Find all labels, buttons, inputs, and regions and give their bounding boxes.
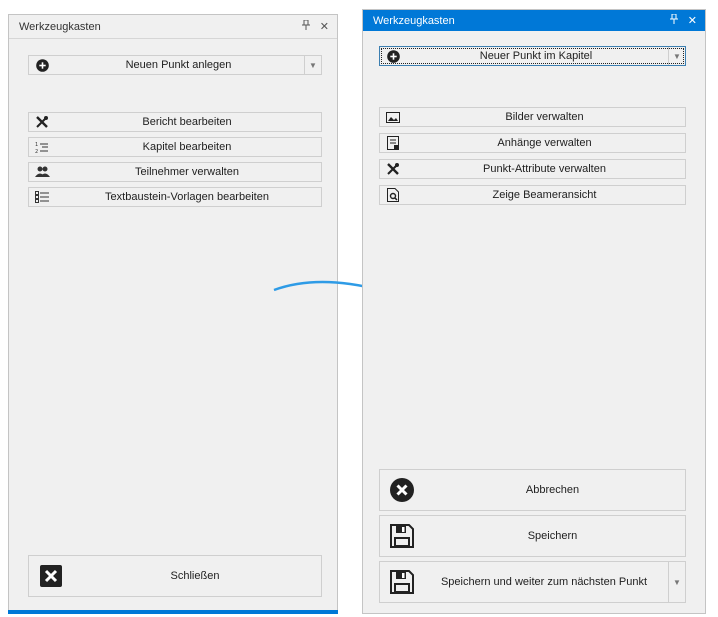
edit-chapters-label: Kapitel bearbeiten <box>142 141 232 153</box>
manage-point-attributes-button[interactable]: Punkt-Attribute verwalten <box>379 159 686 179</box>
cancel-circle-icon <box>384 478 420 502</box>
left-panel-bottom-bar <box>8 610 338 614</box>
manage-participants-label: Teilnehmer verwalten <box>135 166 239 178</box>
new-point-in-chapter-button[interactable]: Neuer Punkt im Kapitel ▼ <box>379 46 686 66</box>
manage-point-attributes-label: Punkt-Attribute verwalten <box>483 163 606 175</box>
preview-icon <box>382 188 404 202</box>
manage-images-button[interactable]: Bilder verwalten <box>379 107 686 127</box>
chevron-down-icon[interactable]: ▼ <box>668 47 685 65</box>
list-details-icon <box>31 191 53 203</box>
edit-chapters-button[interactable]: 12 Kapitel bearbeiten <box>28 137 322 157</box>
left-panel-title: Werkzeugkasten <box>19 20 101 33</box>
manage-attachments-button[interactable]: Anhänge verwalten <box>379 133 686 153</box>
new-point-in-chapter-label: Neuer Punkt im Kapitel <box>479 50 593 62</box>
save-and-next-label: Speichern und weiter zum nächsten Punkt <box>440 576 648 588</box>
chevron-down-icon[interactable]: ▼ <box>304 56 321 74</box>
users-icon <box>31 166 53 178</box>
left-panel-titlebar: Werkzeugkasten ✕ <box>9 15 337 39</box>
right-panel-title: Werkzeugkasten <box>373 14 455 27</box>
list-numbered-icon: 12 <box>31 141 53 154</box>
plus-circle-icon <box>31 58 53 72</box>
close-icon[interactable]: ✕ <box>688 14 697 27</box>
edit-text-templates-label: Textbaustein-Vorlagen bearbeiten <box>105 191 269 203</box>
close-icon[interactable]: ✕ <box>320 20 329 33</box>
svg-text:2: 2 <box>35 149 38 154</box>
edit-report-label: Bericht bearbeiten <box>142 116 232 128</box>
cancel-label: Abbrechen <box>525 484 580 496</box>
chevron-down-icon[interactable]: ▼ <box>668 562 685 602</box>
edit-report-button[interactable]: Bericht bearbeiten <box>28 112 322 132</box>
close-panel-button[interactable]: Schließen <box>28 555 322 597</box>
edit-text-templates-button[interactable]: Textbaustein-Vorlagen bearbeiten <box>28 187 322 207</box>
right-panel-titlebar: Werkzeugkasten ✕ <box>363 10 705 31</box>
tools-icon <box>31 115 53 129</box>
pin-icon[interactable] <box>301 19 310 33</box>
cancel-button[interactable]: Abbrechen <box>379 469 686 511</box>
save-icon <box>384 570 420 594</box>
manage-participants-button[interactable]: Teilnehmer verwalten <box>28 162 322 182</box>
pin-icon[interactable] <box>669 13 678 27</box>
close-box-icon <box>33 565 69 587</box>
new-point-label: Neuen Punkt anlegen <box>125 59 232 71</box>
image-icon <box>382 111 404 123</box>
show-beamer-view-label: Zeige Beameransicht <box>492 189 597 201</box>
show-beamer-view-button[interactable]: Zeige Beameransicht <box>379 185 686 205</box>
manage-images-label: Bilder verwalten <box>505 111 584 123</box>
save-button[interactable]: Speichern <box>379 515 686 557</box>
svg-text:1: 1 <box>35 142 38 148</box>
new-point-button[interactable]: Neuen Punkt anlegen ▼ <box>28 55 322 75</box>
attachment-icon <box>382 136 404 150</box>
save-icon <box>384 524 420 548</box>
tools-icon <box>382 162 404 176</box>
save-and-next-button[interactable]: Speichern und weiter zum nächsten Punkt … <box>379 561 686 603</box>
save-label: Speichern <box>527 530 578 542</box>
left-toolbox-panel: Werkzeugkasten ✕ <box>8 14 338 612</box>
close-panel-label: Schließen <box>170 570 220 582</box>
manage-attachments-label: Anhänge verwalten <box>497 137 592 149</box>
plus-circle-icon <box>382 49 404 63</box>
